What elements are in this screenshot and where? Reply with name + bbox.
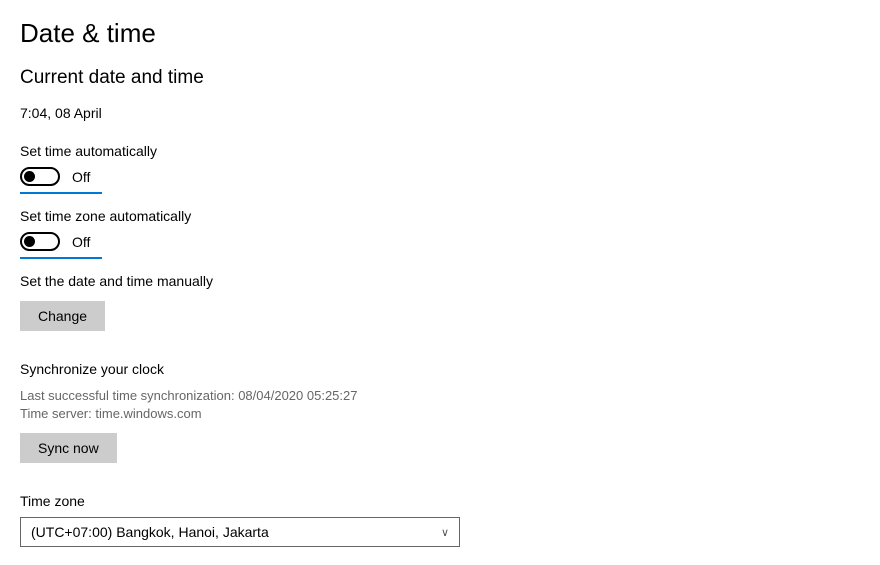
manual-datetime-group: Set the date and time manually Change: [20, 273, 860, 331]
sync-server: Time server: time.windows.com: [20, 405, 860, 423]
timezone-section: Time zone (UTC+07:00) Bangkok, Hanoi, Ja…: [20, 493, 860, 547]
sync-now-button[interactable]: Sync now: [20, 433, 117, 463]
timezone-selected-value: (UTC+07:00) Bangkok, Hanoi, Jakarta: [31, 524, 269, 540]
set-time-auto-label: Set time automatically: [20, 143, 860, 159]
timezone-dropdown[interactable]: (UTC+07:00) Bangkok, Hanoi, Jakarta ∨: [20, 517, 460, 547]
sync-heading: Synchronize your clock: [20, 361, 860, 377]
change-button[interactable]: Change: [20, 301, 105, 331]
page-title: Date & time: [20, 18, 860, 49]
set-time-auto-state: Off: [72, 169, 90, 185]
sync-section: Synchronize your clock Last successful t…: [20, 361, 860, 463]
set-zone-auto-group: Set time zone automatically Off: [20, 208, 860, 259]
toggle-knob: [24, 171, 35, 182]
toggle-knob: [24, 236, 35, 247]
set-zone-auto-state: Off: [72, 234, 90, 250]
current-datetime-value: 7:04, 08 April: [20, 105, 860, 121]
timezone-label: Time zone: [20, 493, 860, 509]
focus-underline: [20, 257, 102, 259]
current-datetime-heading: Current date and time: [20, 67, 860, 89]
focus-underline: [20, 192, 102, 194]
set-zone-auto-label: Set time zone automatically: [20, 208, 860, 224]
manual-datetime-label: Set the date and time manually: [20, 273, 860, 289]
chevron-down-icon: ∨: [441, 526, 449, 539]
set-time-auto-toggle[interactable]: [20, 167, 60, 186]
sync-last-success: Last successful time synchronization: 08…: [20, 387, 860, 405]
set-time-auto-group: Set time automatically Off: [20, 143, 860, 194]
set-zone-auto-toggle[interactable]: [20, 232, 60, 251]
